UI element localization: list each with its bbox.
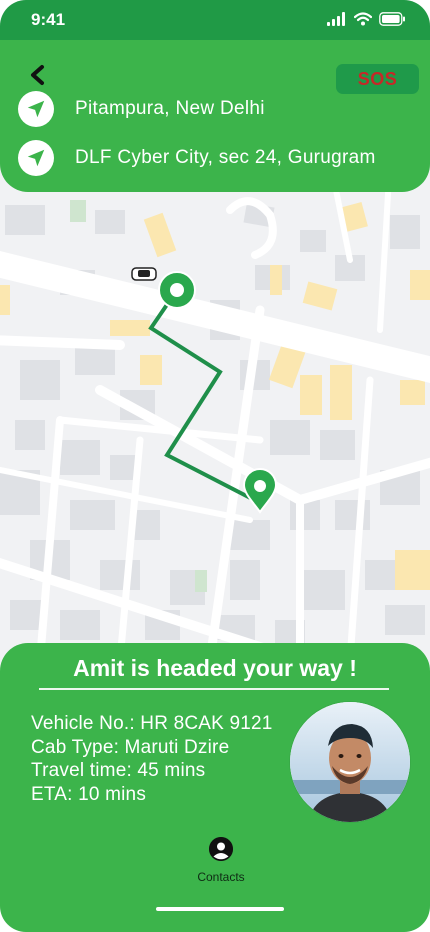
status-time: 9:41	[31, 10, 66, 29]
trip-info: Vehicle No.: HR 8CAK 9121 Cab Type: Maru…	[31, 712, 273, 806]
contacts-button[interactable]: Contacts	[185, 837, 257, 884]
navigation-arrow-icon	[18, 91, 54, 127]
sos-button[interactable]: SOS	[336, 64, 419, 94]
sos-label: SOS	[357, 68, 398, 89]
home-indicator[interactable]	[156, 907, 284, 911]
battery-icon	[379, 12, 405, 26]
status-bar: 9:41	[0, 0, 430, 40]
phone-screen: 9:41 SOS Pitampura, New Delhi DLF Cyber …	[0, 0, 430, 932]
vehicle-number: Vehicle No.: HR 8CAK 9121	[31, 713, 273, 734]
travel-time: Travel time: 45 mins	[31, 760, 206, 781]
user-icon	[209, 837, 233, 861]
pickup-marker-icon[interactable]	[158, 271, 196, 309]
drop-location[interactable]: DLF Cyber City, sec 24, Gurugram	[18, 140, 376, 176]
pickup-location[interactable]: Pitampura, New Delhi	[18, 91, 265, 127]
navigation-arrow-icon	[18, 140, 54, 176]
signal-icon	[327, 12, 345, 26]
driver-avatar[interactable]	[290, 702, 410, 822]
driver-headline: Amit is headed your way !	[73, 655, 357, 681]
status-icons	[327, 12, 406, 26]
driver-sheet: Amit is headed your way ! Vehicle No.: H…	[0, 643, 430, 932]
divider	[39, 688, 389, 690]
eta: ETA: 10 mins	[31, 783, 147, 805]
car-icon	[131, 267, 157, 281]
pickup-address: Pitampura, New Delhi	[75, 98, 265, 119]
route-map[interactable]	[0, 150, 430, 670]
drop-address: DLF Cyber City, sec 24, Gurugram	[75, 147, 376, 168]
cab-type: Cab Type: Maruti Dzire	[31, 736, 230, 758]
contacts-label: Contacts	[197, 870, 245, 884]
chevron-left-icon[interactable]	[24, 64, 50, 86]
trip-header: SOS Pitampura, New Delhi DLF Cyber City,…	[0, 40, 430, 192]
wifi-icon	[354, 12, 372, 26]
